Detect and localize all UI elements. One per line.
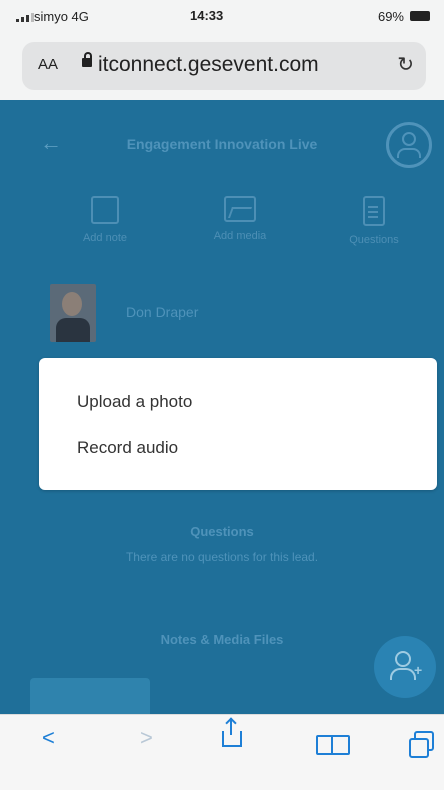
url-field[interactable]: AA itconnect.gesevent.com ↻ (22, 42, 426, 90)
web-page: ← Engagement Innovation Live Add note Ad… (0, 100, 444, 714)
lead-photo (50, 284, 96, 342)
add-media-button[interactable]: Add media (190, 196, 290, 242)
share-icon[interactable] (222, 719, 242, 747)
forward-chevron-icon[interactable]: > (140, 725, 153, 751)
carrier-label: simyo 4G (34, 9, 89, 24)
url-text[interactable]: itconnect.gesevent.com (98, 53, 319, 77)
plus-icon: + (414, 662, 423, 678)
upload-photo-option[interactable]: Upload a photo (77, 392, 192, 412)
add-note-label: Add note (82, 232, 128, 244)
add-contact-fab[interactable]: + (374, 636, 436, 698)
record-audio-option[interactable]: Record audio (77, 438, 178, 458)
clock: 14:33 (190, 8, 224, 23)
questions-button[interactable]: Questions (324, 196, 424, 246)
add-media-label: Add media (213, 230, 267, 242)
page-title: Engagement Innovation Live (126, 136, 318, 152)
note-icon (91, 196, 119, 224)
clipboard-icon (363, 196, 385, 226)
text-size-button[interactable]: AA (38, 56, 58, 73)
browser-toolbar: < > (0, 714, 444, 790)
notes-heading: Notes & Media Files (160, 632, 284, 647)
tabs-icon[interactable] (409, 731, 434, 758)
add-note-button[interactable]: Add note (55, 196, 155, 244)
note-card[interactable] (30, 678, 150, 714)
media-options-sheet: Upload a photo Record audio (39, 358, 437, 490)
bookmarks-icon[interactable] (316, 735, 350, 755)
lock-icon (82, 52, 92, 67)
status-bar: simyo 4G 14:33 69% (0, 0, 444, 32)
image-icon (224, 196, 256, 222)
questions-empty-text: There are no questions for this lead. (125, 550, 319, 564)
lead-name: Don Draper (126, 304, 199, 320)
battery-percent: 69% (377, 9, 404, 24)
questions-label: Questions (349, 234, 399, 246)
back-chevron-icon[interactable]: < (42, 725, 55, 751)
battery-icon (410, 11, 430, 21)
signal-icon (16, 13, 34, 22)
user-avatar-icon[interactable] (386, 122, 432, 168)
reload-icon[interactable]: ↻ (397, 52, 414, 77)
browser-address-bar: AA itconnect.gesevent.com ↻ (0, 32, 444, 100)
questions-heading: Questions (190, 524, 254, 539)
